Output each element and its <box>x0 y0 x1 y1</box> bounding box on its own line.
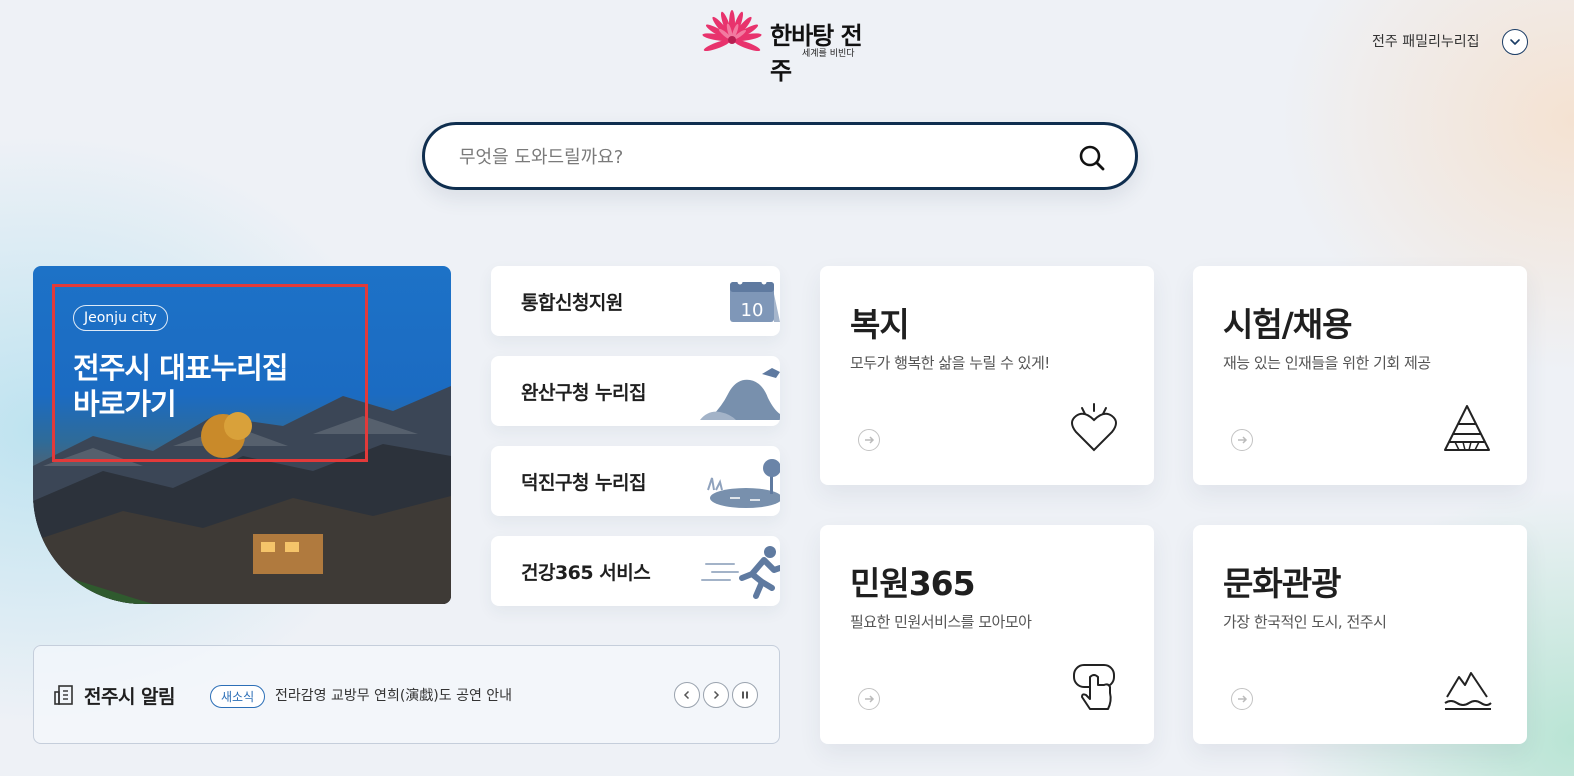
main-site-banner[interactable]: Jeonju city 전주시 대표누리집 바로가기 <box>33 266 451 604</box>
calendar-day-text: 10 <box>741 300 764 321</box>
runner-icon <box>701 546 780 599</box>
service-title: 민원365 <box>850 564 976 603</box>
arrow-right-circle-icon <box>858 688 880 710</box>
calendar-icon: 10 <box>730 279 780 322</box>
mountain-icon <box>700 368 780 420</box>
chevron-down-icon <box>1510 39 1520 45</box>
service-description: 모두가 행복한 삶을 누릴 수 있게! <box>850 354 1050 372</box>
notice-pause-button[interactable] <box>732 682 758 708</box>
notice-prev-button[interactable] <box>674 682 700 708</box>
site-logo[interactable]: 한바탕 전주 세계를 비빈다 <box>698 10 864 85</box>
service-card-welfare[interactable]: 복지 모두가 행복한 삶을 누릴 수 있게! <box>820 266 1154 485</box>
quick-link-label: 통합신청지원 <box>521 292 623 314</box>
hand-pointer-icon <box>1073 664 1115 710</box>
arrow-right-circle-icon <box>858 429 880 451</box>
heart-icon <box>1071 403 1117 452</box>
chevron-right-icon <box>713 690 720 700</box>
notice-headline-link[interactable]: 전라감영 교방무 연희(演戱)도 공연 안내 <box>275 685 512 705</box>
search-bar <box>422 122 1138 190</box>
pause-icon <box>742 691 748 699</box>
service-description: 필요한 민원서비스를 모아모아 <box>850 613 1032 631</box>
service-description: 재능 있는 인재들을 위한 기회 제공 <box>1223 354 1431 372</box>
service-card-culture-tourism[interactable]: 문화관광 가장 한국적인 도시, 전주시 <box>1193 525 1527 744</box>
quick-link-label: 덕진구청 누리집 <box>521 472 646 494</box>
quick-link-health365[interactable]: 건강365 서비스 <box>491 536 780 606</box>
building-icon <box>54 685 73 705</box>
search-button[interactable] <box>1077 143 1107 173</box>
arrow-right-circle-icon <box>1231 688 1253 710</box>
search-icon <box>1079 145 1105 171</box>
service-card-exam-recruit[interactable]: 시험/채용 재능 있는 인재들을 위한 기회 제공 <box>1193 266 1527 485</box>
pyramid-icon <box>1444 405 1490 451</box>
quick-link-label: 완산구청 누리집 <box>521 382 646 404</box>
search-input[interactable] <box>459 144 1039 170</box>
notice-title: 전주시 알림 <box>84 686 176 708</box>
arrow-right-circle-icon <box>1231 429 1253 451</box>
family-sites-toggle[interactable] <box>1502 29 1528 55</box>
chevron-left-icon <box>683 690 690 700</box>
service-title: 문화관광 <box>1223 564 1341 603</box>
notice-next-button[interactable] <box>703 682 729 708</box>
service-description: 가장 한국적인 도시, 전주시 <box>1223 613 1387 631</box>
quick-link-deokjin-office[interactable]: 덕진구청 누리집 <box>491 446 780 516</box>
mountain-wave-icon <box>1444 672 1492 710</box>
service-title: 시험/채용 <box>1223 305 1352 344</box>
quick-link-integrated-application[interactable]: 통합신청지원 10 <box>491 266 780 336</box>
flower-logo-icon <box>702 10 762 52</box>
service-card-civil-service[interactable]: 민원365 필요한 민원서비스를 모아모아 <box>820 525 1154 744</box>
service-title: 복지 <box>850 305 910 344</box>
quick-link-wansan-office[interactable]: 완산구청 누리집 <box>491 356 780 426</box>
lake-tree-icon <box>707 459 780 508</box>
highlight-box <box>52 284 368 462</box>
notice-tag-badge: 새소식 <box>210 685 266 708</box>
family-sites-label[interactable]: 전주 패밀리누리집 <box>1372 31 1480 51</box>
logo-tagline: 세계를 비빈다 <box>802 49 855 59</box>
notice-bar: 전주시 알림 새소식 전라감영 교방무 연희(演戱)도 공연 안내 <box>33 645 780 744</box>
quick-link-label: 건강365 서비스 <box>521 562 651 584</box>
